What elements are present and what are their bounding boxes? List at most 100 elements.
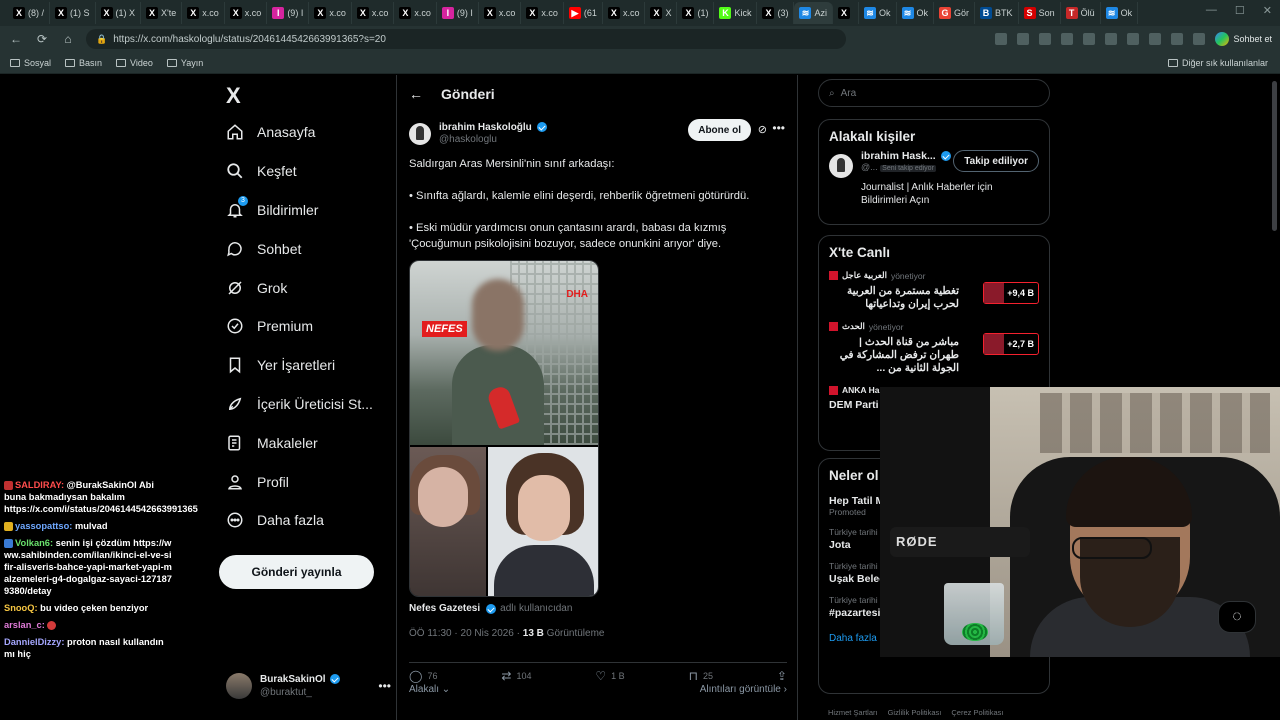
browser-tab[interactable]: Xx.co <box>603 2 646 24</box>
post-button[interactable]: Gönderi yayınla <box>219 555 374 589</box>
search-box[interactable]: ⌕ Ara <box>818 79 1050 107</box>
nav-item-premium[interactable]: Premium <box>226 307 396 346</box>
live-item[interactable]: العربية عاجل yönetiyor تغطية مستمرة من ال… <box>819 266 1049 317</box>
nav-item-chat[interactable]: Sohbet <box>226 229 396 268</box>
browser-tab[interactable]: X X'te <box>141 2 183 24</box>
browser-tab[interactable]: Xx.co <box>182 2 225 24</box>
bookmark-icon: ⊓ <box>688 669 698 683</box>
browser-tab[interactable]: I (9) I <box>267 2 310 24</box>
browser-tab[interactable]: ≋ Ok <box>1101 2 1139 24</box>
live-item[interactable]: الحدث yönetiyor مباشر من قناة الحدث | طهر… <box>819 317 1049 381</box>
browser-tab[interactable]: XX <box>645 2 678 24</box>
browser-tab[interactable]: S Son <box>1019 2 1061 24</box>
other-bookmarks[interactable]: Diğer sık kullanılanlar <box>1167 57 1268 68</box>
bookmark-icon <box>226 356 244 374</box>
browser-tab[interactable]: X <box>833 2 859 24</box>
nav-item-profile[interactable]: Profil <box>226 462 396 501</box>
bookmark-folder[interactable]: Sosyal <box>10 58 51 68</box>
extension-icon[interactable] <box>1127 33 1140 45</box>
extension-icon[interactable] <box>995 33 1008 45</box>
browser-tab[interactable]: Xx.co <box>521 2 564 24</box>
reply-button[interactable]: ◯ 76 <box>409 669 437 683</box>
account-switcher[interactable]: BurakSakinOl @buraktut_ ••• <box>226 671 391 701</box>
footer-link[interactable]: Gizlilik Politikası <box>888 708 942 717</box>
back-nav-icon[interactable]: ← <box>8 31 24 47</box>
post-media[interactable]: NEFES DHA <box>409 260 599 597</box>
verified-icon <box>330 674 341 685</box>
browser-tab[interactable]: Xx.co <box>309 2 352 24</box>
folder-icon <box>1167 58 1178 67</box>
browser-tab[interactable]: ▶ (61 <box>564 2 603 24</box>
x-logo-icon[interactable]: X <box>226 83 241 109</box>
footer-link[interactable]: Çerez Politikası <box>951 708 1003 717</box>
bookmark-folder[interactable]: Video <box>116 58 153 68</box>
maximize-icon[interactable]: ☐ <box>1235 4 1245 17</box>
browser-tab[interactable]: X (1) S <box>50 2 96 24</box>
extension-icon[interactable] <box>1105 33 1118 45</box>
url-field[interactable]: 🔒 https://x.com/haskologlu/status/204614… <box>86 29 846 49</box>
more-dots-icon[interactable]: ••• <box>378 679 391 693</box>
like-button[interactable]: ♡ 1 B <box>595 669 624 683</box>
home-nav-icon[interactable]: ⌂ <box>60 31 76 47</box>
nav-item-notifications[interactable]: 3 Bildirimler <box>226 191 396 230</box>
subscribe-button[interactable]: Abone ol <box>688 119 751 141</box>
extension-icon[interactable] <box>1171 33 1184 45</box>
tab-favicon-icon: ≋ <box>864 7 876 19</box>
browser-tab[interactable]: X (1) <box>677 2 715 24</box>
share-button[interactable]: ⇪ <box>777 669 787 683</box>
repost-button[interactable]: ⇄ 104 <box>501 669 531 683</box>
browser-tab[interactable]: G Gör <box>934 2 976 24</box>
copilot-button[interactable]: Sohbet et <box>1215 32 1272 46</box>
extension-icon[interactable] <box>1017 33 1030 45</box>
chevron-right-icon: › <box>783 684 787 695</box>
bookmark-label: Diğer sık kullanılanlar <box>1181 57 1268 68</box>
browser-tab[interactable]: ≋ Ok <box>859 2 897 24</box>
browser-tab[interactable]: ≋ Ok <box>897 2 935 24</box>
browser-tab[interactable]: B BTK <box>975 2 1019 24</box>
bookmark-folder[interactable]: Yayın <box>166 58 203 68</box>
footer-link[interactable]: Hizmet Şartları <box>828 708 878 717</box>
messages-bubble-icon[interactable]: ◌ <box>1218 601 1256 633</box>
tab-favicon-icon: X <box>187 7 200 19</box>
browser-tab[interactable]: X (1) X <box>96 2 142 24</box>
nav-item-bookmarks[interactable]: Yer İşaretleri <box>226 346 396 385</box>
reload-icon[interactable]: ⟳ <box>34 31 50 47</box>
browser-tab[interactable]: Xx.co <box>394 2 437 24</box>
browser-tab[interactable]: X (3) <box>757 2 795 24</box>
more-dots-icon[interactable]: ••• <box>772 121 785 135</box>
browser-tab[interactable]: I (9) I <box>437 2 479 24</box>
browser-tab[interactable]: T Ölü <box>1061 2 1101 24</box>
extension-icon[interactable] <box>1083 33 1096 45</box>
bookmark-button[interactable]: ⊓ 25 <box>689 669 713 683</box>
nav-item-explore[interactable]: Keşfet <box>226 152 396 191</box>
bookmark-folder[interactable]: Basın <box>65 58 102 68</box>
browser-tab[interactable]: Xx.co <box>352 2 395 24</box>
close-icon[interactable]: ✕ <box>1263 4 1272 17</box>
browser-tab[interactable]: ≋ Azi <box>794 2 833 24</box>
scrollbar[interactable] <box>1272 81 1277 231</box>
related-person[interactable]: ibrahim Hask... @... Seni takip ediyor J… <box>819 150 1049 215</box>
copilot-icon <box>1215 32 1230 46</box>
browser-tab[interactable]: X (8) / <box>8 2 51 24</box>
nav-item-home[interactable]: Anasayfa <box>226 113 396 152</box>
nav-item-more[interactable]: Daha fazla <box>226 501 396 540</box>
browser-tab[interactable]: K Kick <box>714 2 758 24</box>
nav-item-grok[interactable]: Grok <box>226 268 396 307</box>
extension-icon[interactable] <box>1061 33 1074 45</box>
grok-icon[interactable]: ⊘ <box>758 123 767 136</box>
back-arrow-icon[interactable]: ← <box>409 86 423 102</box>
related-dropdown[interactable]: Alakalı ⌄ <box>409 684 450 695</box>
nav-item-creator-studio[interactable]: İçerik Üreticisi St... <box>226 385 396 424</box>
bell-icon: 3 <box>226 195 248 219</box>
extension-icon[interactable] <box>1149 33 1162 45</box>
view-quotes-link[interactable]: Alıntıları görüntüle › <box>700 684 787 695</box>
nav-item-articles[interactable]: Makaleler <box>226 423 396 462</box>
minimize-icon[interactable]: — <box>1206 4 1217 17</box>
extension-icon[interactable] <box>1039 33 1052 45</box>
browser-tab[interactable]: Xx.co <box>479 2 522 24</box>
following-button[interactable]: Takip ediliyor <box>953 150 1039 172</box>
media-source[interactable]: Nefes Gazetesi adlı kullanıcıdan <box>409 603 572 614</box>
browser-tab[interactable]: Xx.co <box>225 2 268 24</box>
extension-icon[interactable] <box>1193 33 1206 45</box>
home-icon <box>226 123 244 141</box>
